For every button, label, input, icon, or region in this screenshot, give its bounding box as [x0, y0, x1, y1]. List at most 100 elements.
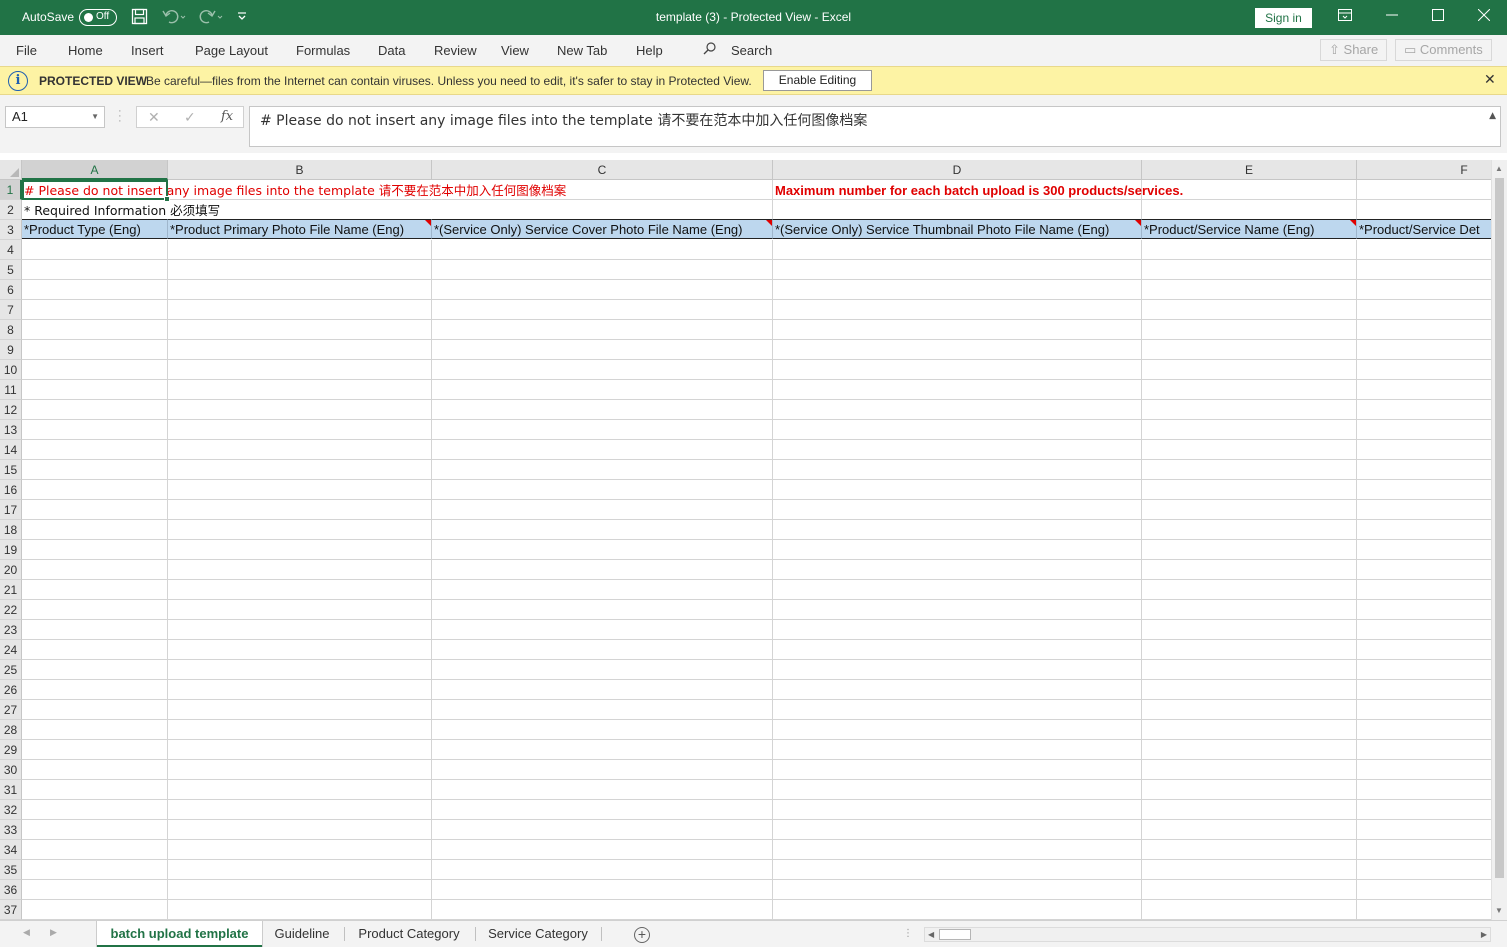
row-header[interactable]: 12: [0, 400, 22, 420]
grid-cell[interactable]: [1142, 600, 1357, 620]
grid-cell[interactable]: [22, 660, 168, 680]
grid-cell[interactable]: [1142, 760, 1357, 780]
search-icon[interactable]: [703, 42, 716, 55]
grid-cell[interactable]: [773, 400, 1142, 420]
grid-cell[interactable]: [432, 620, 773, 640]
header-cell-product-type[interactable]: *Product Type (Eng): [22, 219, 168, 239]
header-cell-thumbnail-photo[interactable]: *(Service Only) Service Thumbnail Photo …: [773, 219, 1142, 239]
tab-product-category[interactable]: Product Category: [346, 921, 472, 947]
tell-me-search[interactable]: Search: [731, 43, 772, 58]
select-all-corner[interactable]: [0, 160, 22, 180]
grid-cell[interactable]: [1357, 680, 1491, 700]
minimize-icon[interactable]: [1369, 6, 1415, 28]
grid-cell[interactable]: [773, 420, 1142, 440]
grid-cell[interactable]: [168, 420, 432, 440]
grid-cell[interactable]: [168, 860, 432, 880]
grid-cell[interactable]: [773, 840, 1142, 860]
grid-cell[interactable]: [432, 180, 773, 200]
row-header[interactable]: 30: [0, 760, 22, 780]
grid-cell[interactable]: [168, 400, 432, 420]
row-header[interactable]: 5: [0, 260, 22, 280]
grid-cell[interactable]: [168, 380, 432, 400]
chevron-down-icon[interactable]: ▼: [91, 107, 99, 127]
grid-cell[interactable]: [168, 760, 432, 780]
share-button[interactable]: ⇧ Share: [1320, 39, 1388, 61]
grid-cell[interactable]: [22, 380, 168, 400]
grid-cell[interactable]: [1357, 420, 1491, 440]
tab-service-category[interactable]: Service Category: [477, 921, 599, 947]
grid-cell[interactable]: [432, 640, 773, 660]
row-header[interactable]: 26: [0, 680, 22, 700]
grid-cell[interactable]: [1357, 440, 1491, 460]
grid-cell[interactable]: [432, 520, 773, 540]
grid-cell[interactable]: [773, 680, 1142, 700]
row-header[interactable]: 24: [0, 640, 22, 660]
grid-cell[interactable]: [168, 620, 432, 640]
grid-cell[interactable]: [168, 540, 432, 560]
row-header[interactable]: 21: [0, 580, 22, 600]
grid-cell[interactable]: [432, 580, 773, 600]
row-header[interactable]: 2: [0, 200, 22, 220]
menu-new-tab[interactable]: New Tab: [557, 43, 607, 58]
grid-cell[interactable]: [773, 600, 1142, 620]
scroll-thumb[interactable]: [1495, 178, 1504, 878]
grid-cell[interactable]: [432, 500, 773, 520]
grid-cell[interactable]: [773, 620, 1142, 640]
grid-cell[interactable]: [22, 300, 168, 320]
grid-cell[interactable]: [168, 520, 432, 540]
grid-cell[interactable]: [432, 680, 773, 700]
worksheet-grid[interactable]: A B C D E F 1 2 3 4 5 6 7 8 9 10 11 12 13 14 15 16 17 18 1…: [0, 160, 1491, 920]
scroll-left-icon[interactable]: ◀: [928, 928, 934, 941]
menu-review[interactable]: Review: [434, 43, 477, 58]
grid-cell[interactable]: [1357, 620, 1491, 640]
grid-cell[interactable]: [1142, 540, 1357, 560]
grid-cell[interactable]: [432, 260, 773, 280]
row-header[interactable]: 18: [0, 520, 22, 540]
grid-cell[interactable]: [168, 180, 432, 200]
grid-cell[interactable]: [1357, 360, 1491, 380]
row-header[interactable]: 29: [0, 740, 22, 760]
grid-cell[interactable]: [168, 740, 432, 760]
grid-cell[interactable]: [432, 240, 773, 260]
grid-cell[interactable]: [1357, 700, 1491, 720]
grid-cell[interactable]: [432, 760, 773, 780]
row-header[interactable]: 15: [0, 460, 22, 480]
grid-cell[interactable]: [1357, 460, 1491, 480]
grid-cell[interactable]: [1142, 840, 1357, 860]
prev-sheet-icon[interactable]: ◀: [23, 927, 30, 938]
header-cell-primary-photo[interactable]: *Product Primary Photo File Name (Eng): [168, 219, 432, 239]
comment-indicator[interactable]: [1135, 220, 1141, 226]
grid-cell[interactable]: [1142, 200, 1357, 220]
grid-cell[interactable]: [773, 800, 1142, 820]
grid-cell[interactable]: [1142, 240, 1357, 260]
grid-cell[interactable]: [168, 200, 432, 220]
grid-cell[interactable]: [1142, 640, 1357, 660]
grid-cell[interactable]: [22, 800, 168, 820]
grid-cell[interactable]: [1142, 380, 1357, 400]
row-header[interactable]: 31: [0, 780, 22, 800]
grid-cell[interactable]: [1357, 840, 1491, 860]
grid-cell[interactable]: [432, 820, 773, 840]
grid-cell[interactable]: [168, 680, 432, 700]
grid-cell[interactable]: [1142, 860, 1357, 880]
grid-cell[interactable]: [168, 840, 432, 860]
grid-cell[interactable]: [22, 600, 168, 620]
grid-cell[interactable]: [773, 460, 1142, 480]
grid-cell[interactable]: [432, 420, 773, 440]
grid-cell[interactable]: [22, 520, 168, 540]
grid-cell[interactable]: [773, 720, 1142, 740]
grid-cell[interactable]: [22, 240, 168, 260]
grid-cell[interactable]: [432, 400, 773, 420]
grid-cell[interactable]: [1357, 480, 1491, 500]
enable-editing-button[interactable]: Enable Editing: [763, 70, 872, 91]
menu-help[interactable]: Help: [636, 43, 663, 58]
grid-cell[interactable]: [1357, 400, 1491, 420]
scroll-right-icon[interactable]: ▶: [1481, 928, 1487, 941]
grid-cell[interactable]: [773, 240, 1142, 260]
grid-cell[interactable]: [22, 280, 168, 300]
grid-cell[interactable]: [1142, 440, 1357, 460]
grid-cell[interactable]: [773, 900, 1142, 920]
header-cell-product-details[interactable]: *Product/Service Det: [1357, 219, 1491, 239]
grid-cell[interactable]: [432, 200, 773, 220]
grid-cell[interactable]: [1142, 560, 1357, 580]
